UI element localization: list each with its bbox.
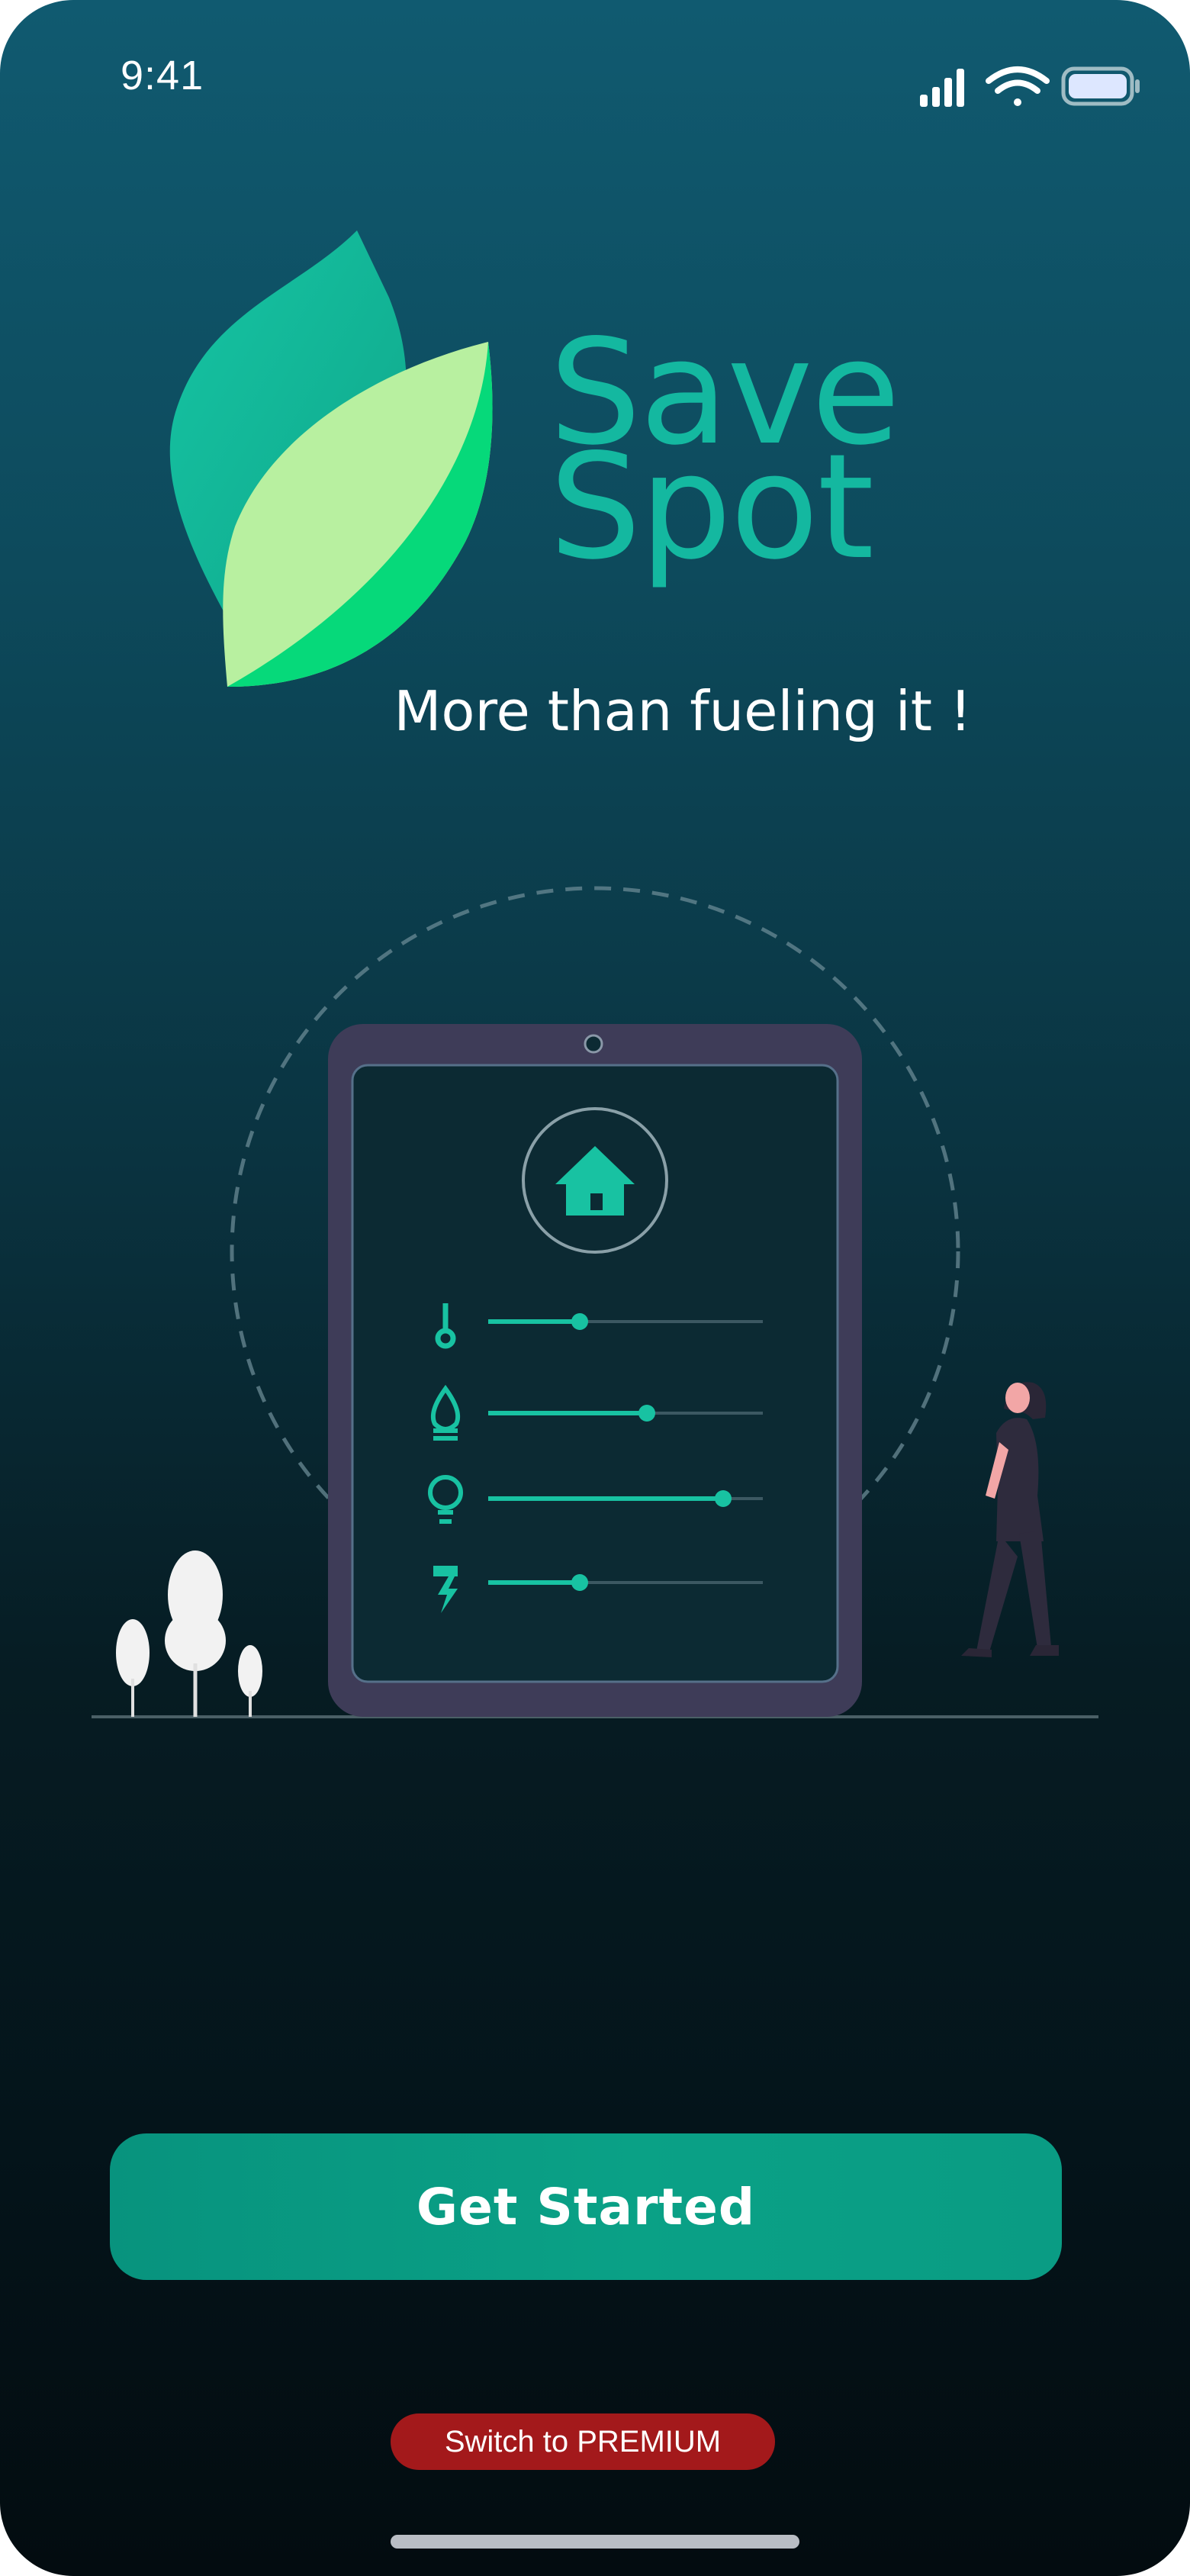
get-started-button[interactable]: Get Started [110,2133,1062,2280]
camera-dot [584,1034,603,1054]
app-screen: 9:41 Save Spot More than fueling it ! Ge… [0,0,1190,2576]
trees [116,1550,262,1717]
slider-knob-fuel [638,1405,655,1422]
leaf-logo [169,230,493,687]
home-indicator[interactable] [391,2535,799,2549]
brand-name-line2: Spot [549,423,874,591]
brand-name: Save Spot [549,320,900,591]
battery-icon [1061,66,1140,106]
status-time: 9:41 [121,53,204,98]
woman-figure [961,1382,1059,1657]
slider-knob-light [715,1490,732,1507]
tagline: More than fueling it ! [394,679,972,743]
smart-home-illustration [92,886,1098,1718]
slider-knob-temperature [571,1313,588,1330]
signal-icon [920,69,964,107]
tablet [328,1024,862,1717]
wifi-icon [986,66,1050,106]
slider-knob-power [571,1574,588,1591]
status-icons [920,66,1140,107]
switch-premium-button[interactable]: Switch to PREMIUM [391,2413,775,2470]
